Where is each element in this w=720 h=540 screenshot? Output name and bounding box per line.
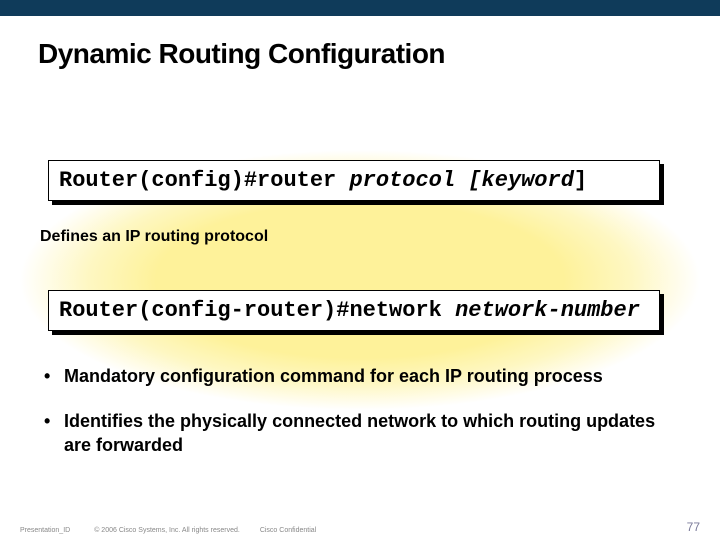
slide-title: Dynamic Routing Configuration xyxy=(38,38,445,70)
cli-command: router xyxy=(257,168,349,193)
caption-defines: Defines an IP routing protocol xyxy=(40,228,268,246)
cli-prompt: Router(config)# xyxy=(59,168,257,193)
cli-arg-protocol: protocol xyxy=(349,168,455,193)
footer-page-number: 77 xyxy=(687,520,700,534)
footer-confidential: Cisco Confidential xyxy=(260,527,316,534)
footer-presentation-id: Presentation_ID xyxy=(20,527,70,534)
slide: Dynamic Routing Configuration Router(con… xyxy=(0,0,720,540)
bullet-item: Mandatory configuration command for each… xyxy=(40,365,660,388)
code-box-network: Router(config-router)#network network-nu… xyxy=(48,290,660,331)
cli-bracket-open: [ xyxy=(455,168,481,193)
cli-prompt: Router(config-router)# xyxy=(59,298,349,323)
cli-bracket-close: ] xyxy=(574,168,587,193)
cli-command: network xyxy=(349,298,455,323)
footer-copyright: © 2006 Cisco Systems, Inc. All rights re… xyxy=(94,527,240,534)
cli-arg-network-number: network-number xyxy=(455,298,640,323)
footer: Presentation_ID © 2006 Cisco Systems, In… xyxy=(20,527,700,534)
top-accent-bar xyxy=(0,0,720,16)
code-box-router-protocol: Router(config)#router protocol [keyword] xyxy=(48,160,660,201)
bullet-list: Mandatory configuration command for each… xyxy=(40,365,660,479)
bullet-item: Identifies the physically connected netw… xyxy=(40,410,660,457)
cli-arg-keyword: keyword xyxy=(482,168,574,193)
